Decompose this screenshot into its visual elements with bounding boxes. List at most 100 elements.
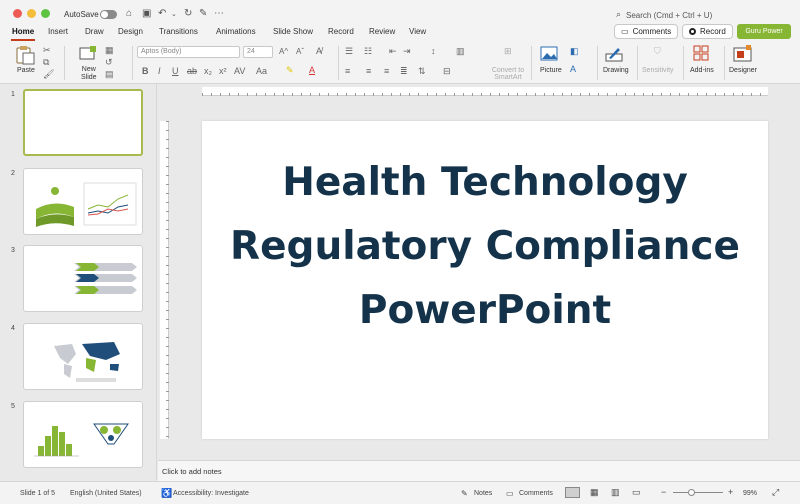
slide-thumbnail-2[interactable] xyxy=(23,168,143,235)
highlight-icon[interactable]: ✎ xyxy=(286,65,294,76)
slide-thumbnail-5[interactable] xyxy=(23,401,143,468)
notes-toggle[interactable]: Notes xyxy=(474,490,492,497)
subscript-icon[interactable]: x₂ xyxy=(204,66,212,76)
increase-indent-icon[interactable]: ⇥ xyxy=(403,46,411,57)
comments-toggle[interactable]: Comments xyxy=(519,490,553,497)
more-icon[interactable]: ⋯ xyxy=(214,8,224,19)
new-slide-label: New Slide xyxy=(81,66,97,81)
reading-view-icon[interactable]: ▥ xyxy=(611,487,620,498)
paste-icon[interactable] xyxy=(14,45,36,65)
home-icon[interactable]: ⌂ xyxy=(126,8,132,19)
comment-icon: ▭ xyxy=(621,27,629,36)
columns-icon[interactable]: ▥ xyxy=(456,46,465,57)
current-slide[interactable]: Health Technology Regulatory Compliance … xyxy=(202,121,768,439)
superscript-icon[interactable]: x² xyxy=(219,66,227,76)
section-icon[interactable]: ▤ xyxy=(105,69,114,80)
italic-icon[interactable]: I xyxy=(158,66,161,76)
align-text-icon[interactable]: ⊟ xyxy=(443,66,451,77)
tab-insert[interactable]: Insert xyxy=(48,27,68,36)
normal-view-icon[interactable] xyxy=(565,487,580,498)
reset-icon[interactable]: ↺ xyxy=(105,57,113,68)
close-window-button[interactable] xyxy=(13,9,22,18)
tab-transitions[interactable]: Transitions xyxy=(159,27,198,36)
minimize-window-button[interactable] xyxy=(27,9,36,18)
font-color-icon[interactable]: A xyxy=(309,65,315,75)
tab-design[interactable]: Design xyxy=(118,27,143,36)
text-direction-icon[interactable]: ⇅ xyxy=(418,66,426,77)
save-icon[interactable]: ▣ xyxy=(142,8,151,19)
ribbon-separator xyxy=(724,46,725,80)
language-indicator[interactable]: English (United States) xyxy=(70,490,142,497)
numbering-icon[interactable]: ☷ xyxy=(364,46,372,57)
zoom-in-icon[interactable]: + xyxy=(728,487,733,497)
underline-icon[interactable]: U xyxy=(172,66,179,76)
fit-slide-icon[interactable]: ⤢ xyxy=(772,487,779,498)
picture-label: Picture xyxy=(540,67,562,74)
zoom-out-icon[interactable]: − xyxy=(661,487,666,497)
drawing-icon[interactable] xyxy=(605,45,623,62)
tab-view[interactable]: View xyxy=(409,27,426,36)
undo-dropdown-icon[interactable]: ⌄ xyxy=(171,10,177,18)
slide-thumbnail-3[interactable] xyxy=(23,245,143,312)
slide-title[interactable]: Health Technology Regulatory Compliance … xyxy=(202,151,768,343)
align-center-icon[interactable]: ≡ xyxy=(366,66,371,76)
sensitivity-icon[interactable]: ⛉ xyxy=(654,46,661,57)
tab-record[interactable]: Record xyxy=(328,27,354,36)
slideshow-view-icon[interactable]: ▭ xyxy=(632,487,641,498)
comments-button[interactable]: ▭ Comments xyxy=(614,24,679,39)
slide-number: 2 xyxy=(11,170,15,177)
zoom-slider[interactable] xyxy=(673,492,723,493)
maximize-window-button[interactable] xyxy=(41,9,50,18)
align-left-icon[interactable]: ≡ xyxy=(345,66,350,76)
copy-icon[interactable]: ⧉ xyxy=(43,57,49,68)
picture-icon[interactable] xyxy=(540,46,558,61)
guru-power-button[interactable]: Guru Power xyxy=(737,24,791,39)
accessibility-icon: ♿ xyxy=(161,488,173,498)
undo-icon[interactable]: ↶ xyxy=(158,8,166,19)
justify-icon[interactable]: ≣ xyxy=(400,66,408,77)
character-spacing-icon[interactable]: AV xyxy=(234,66,245,76)
slide-sorter-icon[interactable]: ▦ xyxy=(590,487,599,498)
line-spacing-icon[interactable]: ↕ xyxy=(431,46,436,56)
record-button[interactable]: Record xyxy=(682,24,733,39)
font-size-box[interactable]: 24 xyxy=(243,46,273,58)
textbox-icon[interactable]: A xyxy=(570,64,576,74)
new-slide-icon[interactable] xyxy=(79,46,97,62)
align-right-icon[interactable]: ≡ xyxy=(384,66,389,76)
change-case-icon[interactable]: Aa xyxy=(256,66,267,76)
autosave-label: AutoSave xyxy=(64,10,99,19)
font-name-box[interactable]: Aptos (Body) xyxy=(137,46,240,58)
bullets-icon[interactable]: ☰ xyxy=(345,46,353,57)
slide-number: 1 xyxy=(11,91,15,98)
format-painter-brush-icon[interactable]: 🖌 xyxy=(43,69,54,80)
redo-icon[interactable]: ↻ xyxy=(184,8,192,19)
clear-format-icon[interactable]: A̸ xyxy=(316,46,322,56)
autosave-toggle[interactable] xyxy=(100,10,117,19)
format-painter-icon[interactable]: ✎ xyxy=(199,8,207,19)
zoom-slider-handle[interactable] xyxy=(688,489,695,496)
cut-icon[interactable]: ✂ xyxy=(43,45,51,56)
tab-animations[interactable]: Animations xyxy=(216,27,256,36)
tab-review[interactable]: Review xyxy=(369,27,395,36)
ribbon-home xyxy=(0,42,800,84)
accessibility-status[interactable]: Accessibility: Investigate xyxy=(173,490,249,497)
ribbon-separator xyxy=(597,46,598,80)
add-ins-icon[interactable] xyxy=(693,45,709,61)
zoom-level[interactable]: 99% xyxy=(743,490,757,497)
search-field[interactable]: Search (Cmd + Ctrl + U) xyxy=(626,11,712,20)
smartart-icon[interactable]: ⊞ xyxy=(504,46,512,57)
strikethrough-icon[interactable]: ab xyxy=(187,66,197,76)
decrease-indent-icon[interactable]: ⇤ xyxy=(389,46,397,57)
designer-icon[interactable] xyxy=(733,45,753,62)
bold-icon[interactable]: B xyxy=(142,66,149,76)
slide-thumbnail-4[interactable] xyxy=(23,323,143,390)
shapes-icon[interactable]: ◧ xyxy=(570,46,579,57)
slide-thumbnail-1[interactable] xyxy=(23,89,143,156)
tab-slide-show[interactable]: Slide Show xyxy=(273,27,313,36)
tab-draw[interactable]: Draw xyxy=(85,27,104,36)
increase-font-icon[interactable]: A^ xyxy=(279,47,288,56)
decrease-font-icon[interactable]: Aˇ xyxy=(296,47,304,56)
notes-pane[interactable]: Click to add notes xyxy=(158,460,800,481)
layout-icon[interactable]: ▦ xyxy=(105,45,114,56)
tab-home[interactable]: Home xyxy=(12,27,34,36)
